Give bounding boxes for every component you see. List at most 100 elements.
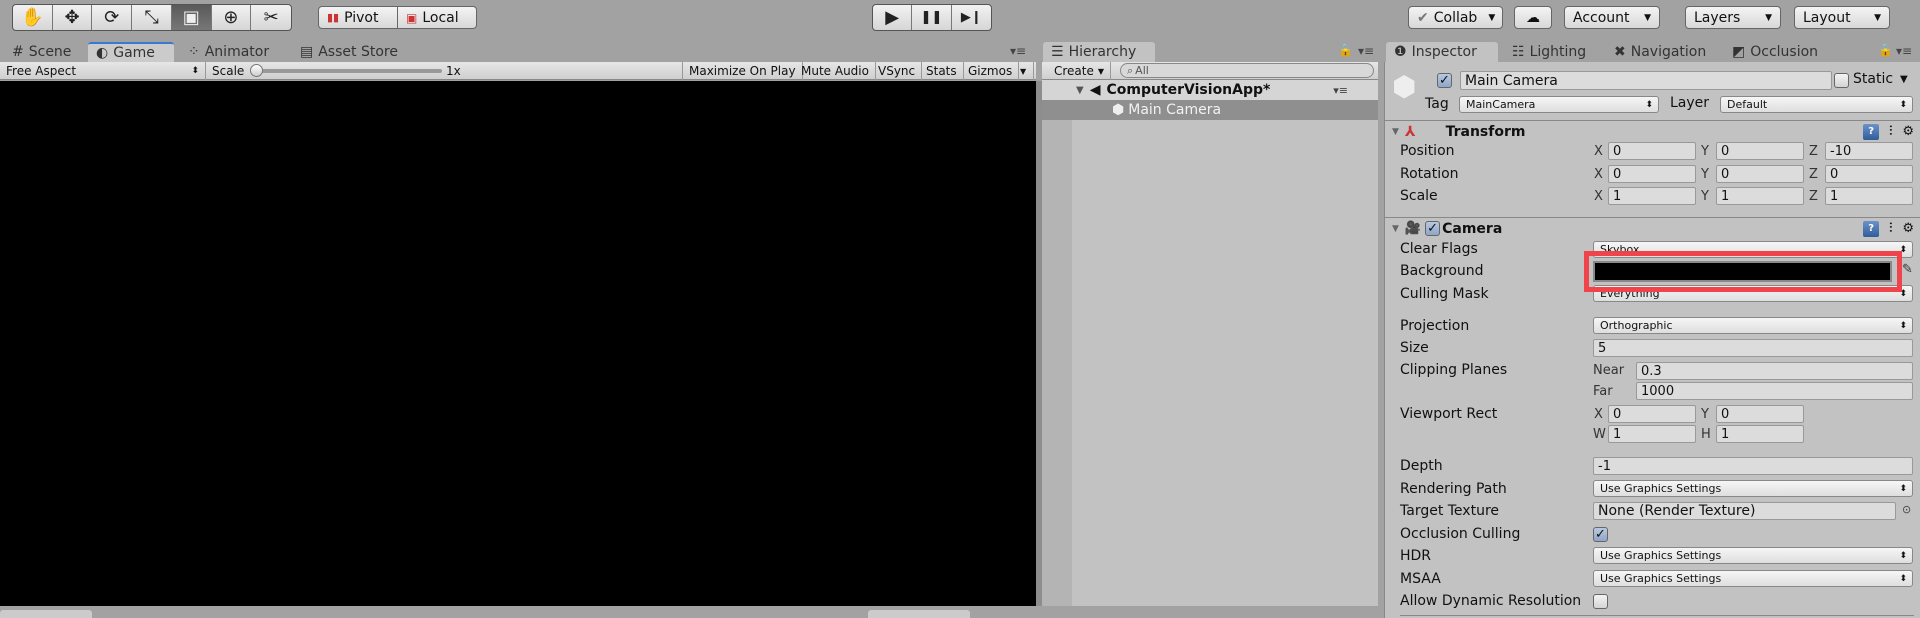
viewport-y-input[interactable]: 0: [1716, 405, 1804, 423]
lock-icon[interactable]: 🔒: [1338, 43, 1353, 57]
rotate-tool-button[interactable]: ⟳: [92, 5, 133, 30]
move-tool-button[interactable]: ✥: [53, 5, 93, 30]
axis-y-label[interactable]: Y: [1701, 405, 1709, 423]
scale-x-input[interactable]: 1: [1608, 187, 1696, 205]
scale-tool-button[interactable]: ⤡: [132, 5, 172, 30]
layers-dropdown[interactable]: Layers ▼: [1685, 6, 1781, 29]
axis-y-label[interactable]: Y: [1701, 142, 1709, 160]
tab-inspector[interactable]: ❶ Inspector: [1386, 42, 1498, 62]
mute-audio-toggle[interactable]: Mute Audio: [795, 62, 876, 80]
transform-header[interactable]: ▼ ⅄ Transform ? ⫶ ⚙: [1384, 120, 1920, 142]
collab-button[interactable]: ✔ Collab ▼: [1408, 6, 1503, 29]
tab-navigation[interactable]: ✖ Navigation: [1606, 42, 1714, 62]
camera-enabled-checkbox[interactable]: ✓: [1425, 221, 1441, 236]
expand-arrow-icon[interactable]: ▼: [1076, 85, 1084, 96]
maximize-on-play-toggle[interactable]: Maximize On Play: [682, 62, 803, 80]
near-input[interactable]: 0.3: [1636, 362, 1913, 380]
panel-menu-icon[interactable]: ▾≡: [1010, 44, 1026, 58]
tag-dropdown[interactable]: MainCamera ⬍: [1459, 96, 1659, 113]
scene-row[interactable]: ▼ ◀ ComputerVisionApp* ▾≡: [1042, 80, 1378, 100]
axis-x-label[interactable]: X: [1594, 165, 1603, 183]
aspect-dropdown[interactable]: Free Aspect ⬍: [0, 62, 206, 80]
axis-w-label[interactable]: W: [1593, 425, 1606, 443]
pivot-button[interactable]: ▮▮ Pivot: [318, 6, 398, 29]
axis-z-label[interactable]: Z: [1809, 142, 1818, 160]
cloud-button[interactable]: ☁: [1514, 6, 1552, 29]
gear-icon[interactable]: ⚙: [1902, 124, 1914, 139]
play-button[interactable]: ▶: [873, 5, 913, 30]
panel-menu-icon[interactable]: ▾≡: [1896, 44, 1912, 58]
viewport-h-input[interactable]: 1: [1716, 425, 1804, 443]
scene-menu-icon[interactable]: ▾≡: [1333, 84, 1348, 97]
viewport-x-input[interactable]: 0: [1608, 405, 1696, 423]
eyedropper-icon[interactable]: ✎: [1902, 262, 1913, 277]
position-y-input[interactable]: 0: [1716, 142, 1804, 160]
transform-tool-button[interactable]: ⊕: [212, 5, 252, 30]
account-button[interactable]: Account ▼: [1564, 6, 1660, 29]
panel-menu-icon[interactable]: ▾≡: [1358, 44, 1374, 58]
object-name-input[interactable]: Main Camera: [1460, 71, 1832, 90]
position-z-input[interactable]: -10: [1825, 142, 1913, 160]
collapse-arrow-icon[interactable]: ▼: [1392, 127, 1399, 137]
active-checkbox[interactable]: ✓: [1437, 73, 1452, 88]
viewport-w-input[interactable]: 1: [1608, 425, 1696, 443]
help-book-icon[interactable]: ?: [1863, 123, 1880, 140]
tab-hierarchy[interactable]: ☰ Hierarchy: [1043, 42, 1155, 62]
tab-console-partial[interactable]: [0, 610, 92, 618]
projection-dropdown[interactable]: Orthographic ⬍: [1593, 317, 1913, 334]
far-input[interactable]: 1000: [1636, 382, 1913, 400]
collapse-arrow-icon[interactable]: ▼: [1392, 224, 1399, 234]
target-texture-field[interactable]: None (Render Texture): [1593, 502, 1896, 520]
background-color-swatch[interactable]: [1593, 261, 1892, 282]
static-dropdown-icon[interactable]: ▼: [1900, 74, 1908, 85]
msaa-dropdown[interactable]: Use Graphics Settings ⬍: [1593, 570, 1913, 587]
gizmos-dropdown[interactable]: ▼: [1014, 62, 1034, 80]
scale-y-input[interactable]: 1: [1716, 187, 1804, 205]
size-input[interactable]: 5: [1593, 339, 1913, 357]
step-button[interactable]: ▶❙: [952, 5, 991, 30]
hdr-dropdown[interactable]: Use Graphics Settings ⬍: [1593, 547, 1913, 564]
help-book-icon[interactable]: ?: [1863, 220, 1880, 237]
pause-button[interactable]: ❚❚: [912, 5, 952, 30]
near-label[interactable]: Near: [1593, 361, 1624, 379]
rotation-y-input[interactable]: 0: [1716, 165, 1804, 183]
game-viewport[interactable]: [0, 81, 1036, 606]
static-checkbox[interactable]: [1834, 73, 1849, 88]
tab-lighting[interactable]: ☷ Lighting: [1504, 42, 1594, 62]
axis-x-label[interactable]: X: [1594, 142, 1603, 160]
vsync-toggle[interactable]: VSync: [872, 62, 923, 80]
tab-animator[interactable]: ⁘ Animator: [180, 42, 277, 62]
tab-project-partial[interactable]: [868, 610, 970, 618]
axis-x-label[interactable]: X: [1594, 187, 1603, 205]
axis-z-label[interactable]: Z: [1809, 165, 1818, 183]
preset-icon[interactable]: ⫶: [1889, 221, 1892, 236]
rect-tool-button[interactable]: ▣: [171, 5, 212, 30]
tab-game[interactable]: ◐ Game: [88, 42, 174, 62]
custom-tool-button[interactable]: ✂: [251, 5, 291, 30]
hand-tool-button[interactable]: ✋: [13, 5, 53, 30]
axis-z-label[interactable]: Z: [1809, 187, 1818, 205]
position-x-input[interactable]: 0: [1608, 142, 1696, 160]
far-label[interactable]: Far: [1593, 382, 1613, 400]
scale-z-input[interactable]: 1: [1825, 187, 1913, 205]
hierarchy-item-main-camera[interactable]: ⬢ Main Camera: [1042, 100, 1378, 120]
rotation-x-input[interactable]: 0: [1608, 165, 1696, 183]
gear-icon[interactable]: ⚙: [1902, 221, 1914, 236]
axis-x-label[interactable]: X: [1594, 405, 1603, 423]
depth-input[interactable]: -1: [1593, 457, 1913, 475]
lock-icon[interactable]: 🔒: [1878, 43, 1893, 57]
layer-dropdown[interactable]: Default ⬍: [1720, 96, 1913, 113]
scale-slider-track[interactable]: [256, 69, 442, 73]
create-dropdown[interactable]: Create ▼: [1048, 62, 1112, 80]
local-button[interactable]: ▣ Local: [397, 6, 477, 29]
occlusion-culling-checkbox[interactable]: ✓: [1593, 527, 1608, 542]
gizmos-toggle[interactable]: Gizmos: [962, 62, 1020, 80]
tab-occlusion[interactable]: ◩ Occlusion: [1724, 42, 1826, 62]
layout-dropdown[interactable]: Layout ▼: [1794, 6, 1890, 29]
gameobject-cube-icon[interactable]: ⬢: [1392, 70, 1416, 103]
tab-asset-store[interactable]: ▤ Asset Store: [292, 42, 406, 62]
axis-y-label[interactable]: Y: [1701, 165, 1709, 183]
camera-header[interactable]: ▼ 🎥 ✓ Camera ? ⫶ ⚙: [1384, 217, 1920, 239]
tab-scene[interactable]: # Scene: [4, 42, 79, 62]
axis-y-label[interactable]: Y: [1701, 187, 1709, 205]
